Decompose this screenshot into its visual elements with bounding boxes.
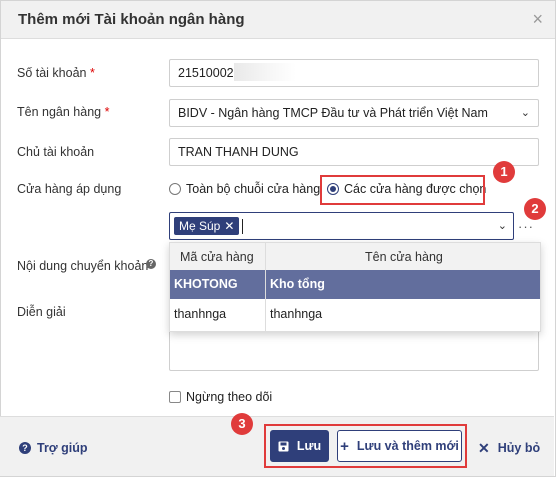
owner-input[interactable]: TRAN THANH DUNG bbox=[169, 138, 539, 166]
selected-store-tag[interactable]: Mẹ Súp ✕ bbox=[174, 217, 240, 235]
dialog-title: Thêm mới Tài khoản ngân hàng bbox=[18, 11, 245, 28]
redacted-region bbox=[234, 63, 296, 81]
step-badge-1: 1 bbox=[493, 161, 515, 183]
chevron-down-icon: ⌄ bbox=[520, 107, 530, 119]
save-button[interactable]: Lưu bbox=[270, 430, 329, 462]
more-options-icon[interactable]: ··· bbox=[518, 219, 534, 234]
info-icon: ? bbox=[146, 259, 156, 269]
account-number-input[interactable]: 21510002 bbox=[169, 59, 539, 87]
description-label: Diễn giải bbox=[17, 305, 66, 319]
owner-label: Chủ tài khoản bbox=[17, 145, 95, 159]
list-item[interactable]: KHOTONG Kho tổng bbox=[170, 270, 540, 299]
help-link[interactable]: ? Trợ giúp bbox=[19, 441, 88, 455]
radio-all-stores[interactable]: Toàn bộ chuỗi cửa hàng bbox=[169, 182, 320, 196]
help-icon: ? bbox=[19, 442, 31, 454]
column-divider bbox=[265, 243, 266, 331]
tag-remove-icon[interactable]: ✕ bbox=[224, 217, 234, 235]
save-icon bbox=[278, 441, 289, 451]
store-dropdown: Mã cửa hàng Tên cửa hàng KHOTONG Kho tổn… bbox=[169, 242, 541, 332]
text-caret bbox=[242, 219, 243, 234]
bank-name-select[interactable]: BIDV - Ngân hàng TMCP Đầu tư và Phát tri… bbox=[169, 99, 539, 127]
save-and-new-button[interactable]: + Lưu và thêm mới bbox=[337, 430, 462, 462]
list-item[interactable]: thanhnga thanhnga bbox=[170, 300, 540, 329]
highlight-box-1 bbox=[320, 175, 485, 205]
dialog-header: Thêm mới Tài khoản ngân hàng × bbox=[1, 1, 555, 39]
close-icon: ✕ bbox=[478, 439, 490, 456]
step-badge-2: 2 bbox=[524, 198, 546, 220]
checkbox-box bbox=[169, 391, 181, 403]
cancel-button[interactable]: ✕ Hủy bỏ bbox=[478, 438, 540, 458]
transfer-content-label: Nội dung chuyển khoản bbox=[17, 259, 149, 273]
chevron-down-icon[interactable]: ⌄ bbox=[498, 219, 507, 232]
close-icon[interactable]: × bbox=[532, 9, 543, 30]
column-header-code: Mã cửa hàng bbox=[180, 250, 254, 264]
step-badge-3: 3 bbox=[231, 413, 253, 435]
bank-name-label: Tên ngân hàng * bbox=[17, 105, 110, 119]
store-scope-label: Cửa hàng áp dụng bbox=[17, 182, 122, 196]
stop-tracking-checkbox[interactable]: Ngừng theo dõi bbox=[169, 390, 272, 404]
plus-icon: + bbox=[340, 437, 349, 455]
radio-circle bbox=[169, 183, 181, 195]
column-header-name: Tên cửa hàng bbox=[365, 250, 443, 264]
dropdown-header: Mã cửa hàng Tên cửa hàng bbox=[170, 243, 540, 271]
account-number-label: Số tài khoản * bbox=[17, 66, 95, 80]
store-multiselect[interactable]: Mẹ Súp ✕ ⌄ bbox=[169, 212, 514, 240]
